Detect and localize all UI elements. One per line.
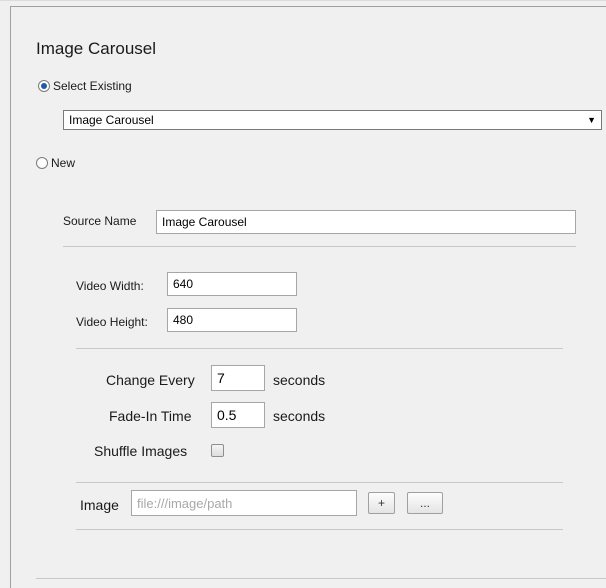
change-every-label: Change Every [106, 372, 195, 388]
radio-checked-icon [38, 80, 50, 92]
change-every-input[interactable]: 7 [211, 365, 265, 391]
fade-in-unit: seconds [273, 408, 326, 424]
shuffle-images-checkbox[interactable] [211, 444, 224, 457]
new-label: New [51, 156, 76, 170]
fade-in-input[interactable]: 0.5 [211, 402, 265, 428]
divider [76, 482, 563, 483]
shuffle-images-label: Shuffle Images [94, 443, 188, 459]
video-height-label: Video Height: [76, 315, 148, 329]
top-border [0, 0, 606, 1]
image-label: Image [80, 497, 119, 513]
add-image-button[interactable]: + [368, 492, 395, 514]
video-width-label: Video Width: [76, 279, 144, 293]
panel-title: Image Carousel [36, 39, 157, 58]
browse-button[interactable]: ... [407, 492, 443, 514]
video-height-input[interactable]: 480 [167, 308, 297, 332]
divider [76, 529, 563, 530]
new-radio[interactable]: New [36, 156, 75, 170]
fade-in-label: Fade-In Time [109, 408, 192, 424]
divider [63, 246, 576, 247]
dropdown-value: Image Carousel [69, 113, 154, 127]
change-every-unit: seconds [273, 372, 326, 388]
chevron-down-icon: ▼ [587, 115, 596, 125]
select-existing-label: Select Existing [53, 79, 132, 93]
bottom-divider [36, 578, 606, 579]
source-name-label: Source Name [63, 214, 137, 228]
divider [76, 348, 563, 349]
select-existing-radio[interactable]: Select Existing [38, 79, 132, 93]
source-name-input[interactable]: Image Carousel [156, 210, 576, 234]
image-path-input[interactable]: file:///image/path [131, 490, 357, 516]
existing-source-dropdown[interactable]: Image Carousel ▼ [63, 110, 602, 130]
radio-unchecked-icon [36, 157, 48, 169]
video-width-input[interactable]: 640 [167, 272, 297, 296]
